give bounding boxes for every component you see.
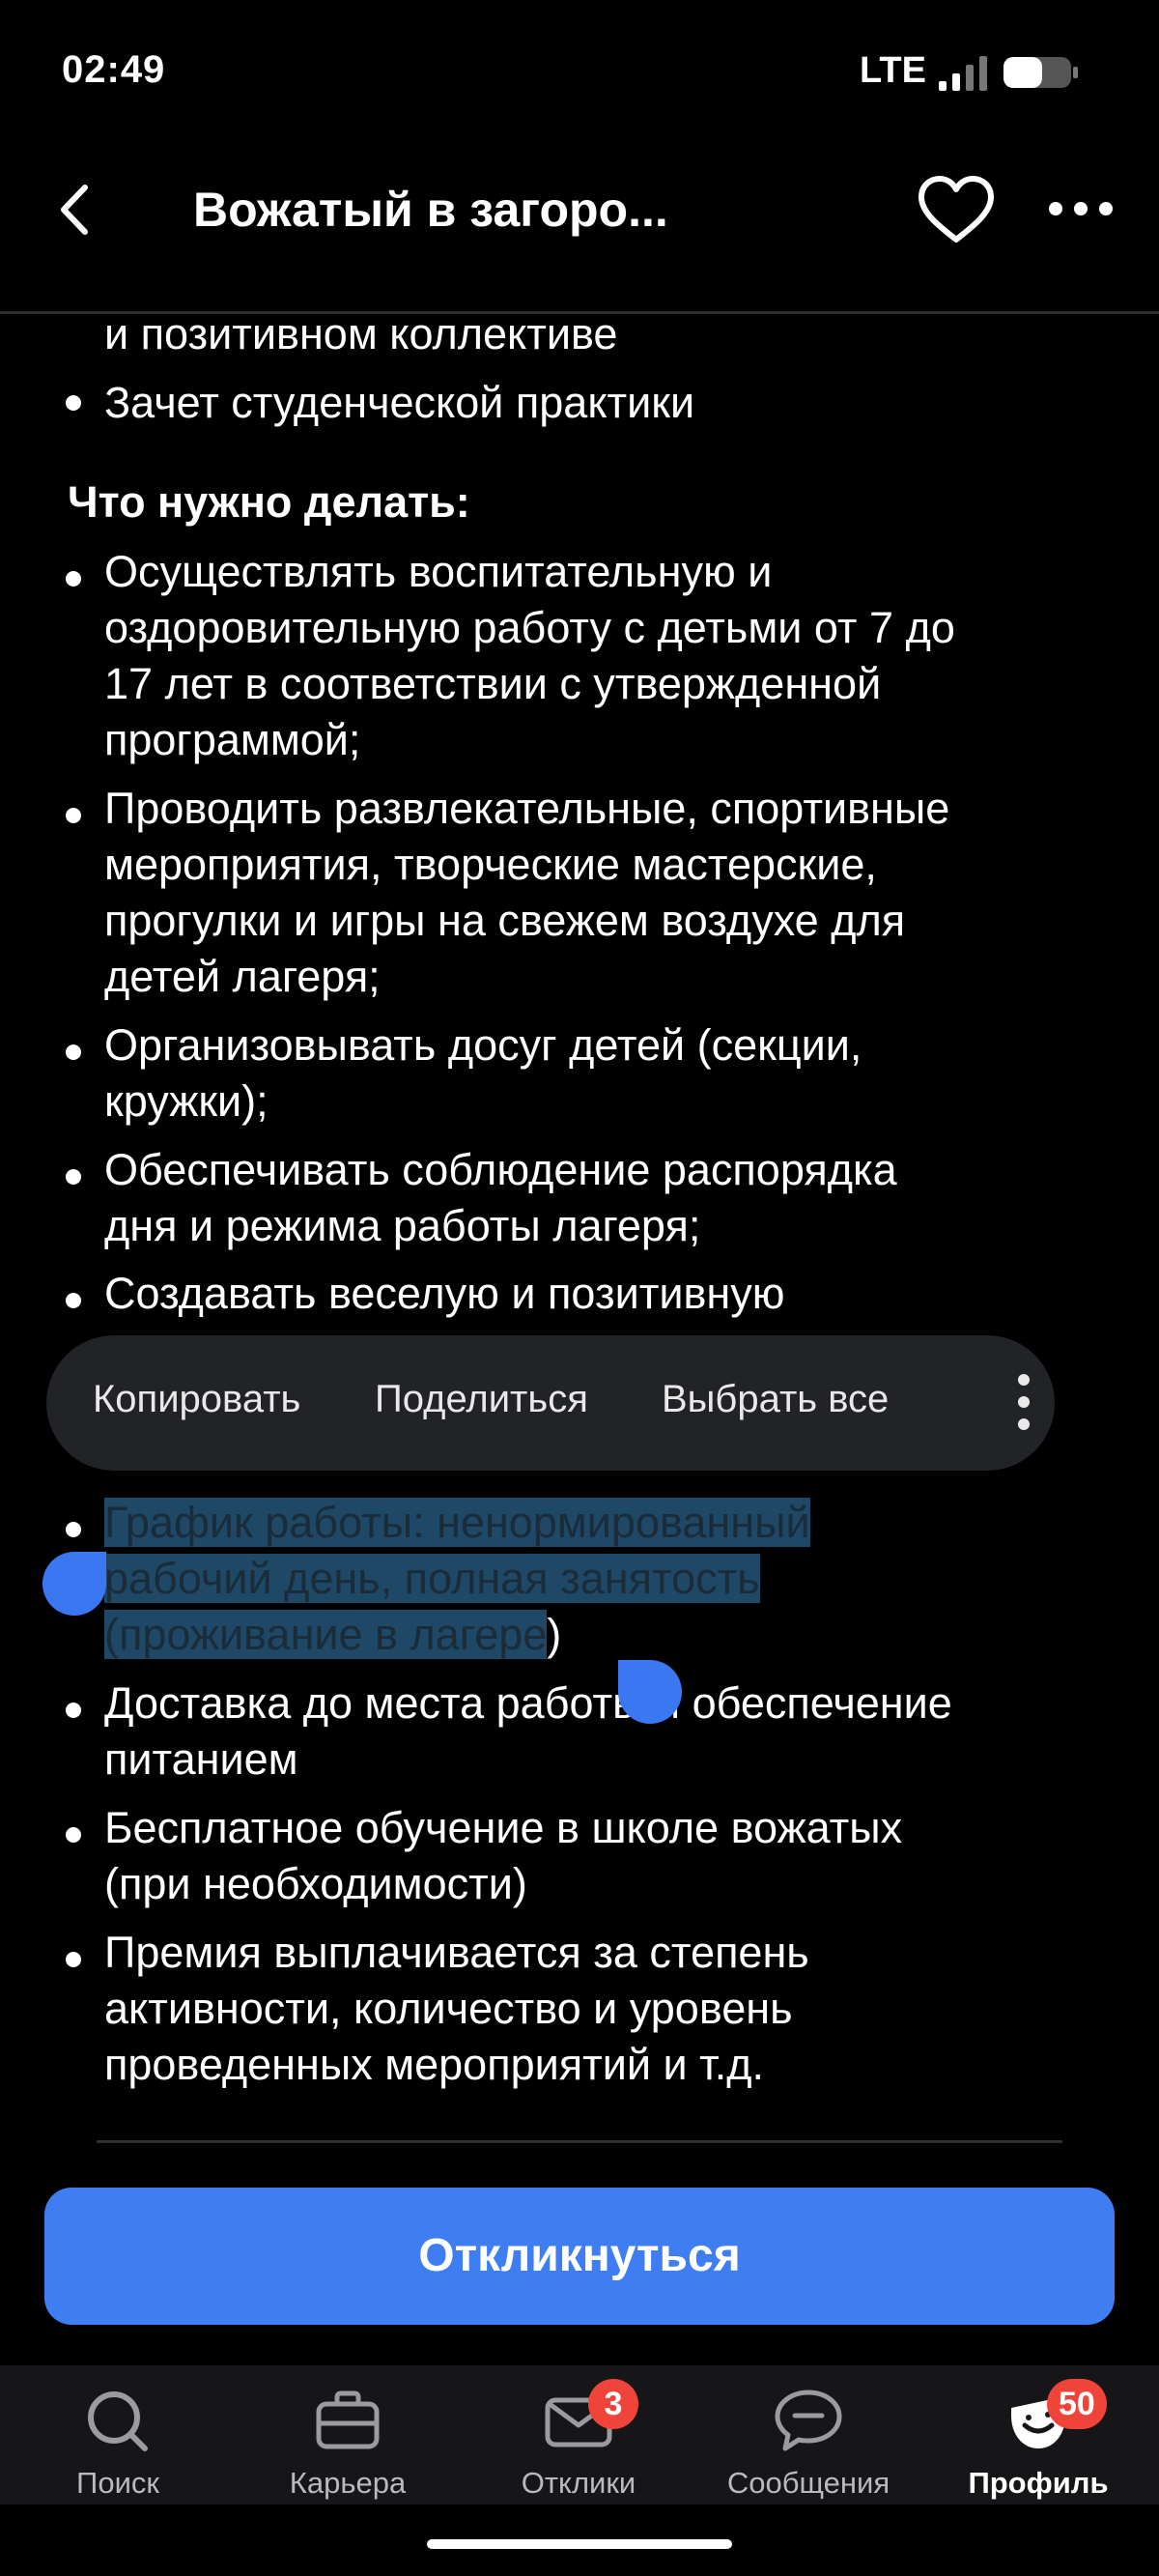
duty-line: 17 лет в соответствии с утвержденной	[104, 659, 882, 708]
duty-line: Создавать веселую и позитивную	[104, 1269, 785, 1318]
selection-highlight: График работы: ненормированный	[104, 1498, 810, 1547]
bullet-dot	[66, 1827, 81, 1843]
apply-button[interactable]: Откликнуться	[44, 2188, 1115, 2325]
condition-line: питанием	[104, 1734, 298, 1784]
duty-line: оздоровительную работу с детьми от 7 до	[104, 603, 955, 652]
nav-label: Сообщения	[726, 2466, 890, 2500]
bullet-dot	[66, 1293, 81, 1308]
selected-text-line: График работы: ненормированный	[104, 1495, 810, 1551]
search-icon	[88, 2391, 148, 2451]
page-title: Вожатый в загоро...	[193, 183, 668, 237]
condition-line: Премия выплачивается за степень	[104, 1928, 809, 1977]
nav-label: Поиск	[76, 2466, 159, 2500]
duty-line: кружки);	[104, 1076, 269, 1126]
bullet-dot	[66, 1522, 81, 1537]
content-divider	[97, 2140, 1062, 2143]
duty-line: дня и режима работы лагеря;	[104, 1201, 701, 1250]
selection-highlight: рабочий день, полная занятость	[104, 1554, 760, 1603]
condition-line: Доставка до места работы и обеспечение	[104, 1678, 952, 1728]
signal-icon	[939, 56, 987, 91]
select-all-menu-item[interactable]: Выбрать все	[662, 1378, 889, 1421]
briefcase-icon	[316, 2390, 380, 2449]
copy-menu-item[interactable]: Копировать	[93, 1378, 300, 1421]
nav-career[interactable]: Карьера	[241, 2387, 454, 2503]
vacancy-description: и позитивном коллективе Зачет студенческ…	[0, 314, 1159, 2145]
duty-line: Организовывать досуг детей (секции,	[104, 1020, 862, 1070]
selected-text-line: рабочий день, полная занятость	[104, 1551, 760, 1607]
duty-line: программой;	[104, 715, 361, 764]
status-bar: 02:49 LTE	[0, 0, 1159, 145]
condition-line: Бесплатное обучение в школе вожатых	[104, 1803, 903, 1852]
bullet-dot	[66, 808, 81, 823]
nav-responses[interactable]: Отклики 3	[472, 2379, 685, 2503]
bullet-dot	[66, 1703, 81, 1718]
duty-line: детей лагеря;	[104, 952, 381, 1001]
home-indicator[interactable]	[427, 2539, 732, 2549]
favorite-heart-icon[interactable]	[916, 174, 997, 247]
nav-label: Профиль	[968, 2466, 1109, 2500]
nav-label: Карьера	[289, 2466, 407, 2500]
duty-line: Проводить развлекательные, спортивные	[104, 784, 950, 833]
nav-search[interactable]: Поиск	[12, 2387, 224, 2503]
condition-line: (при необходимости)	[104, 1859, 527, 1908]
responses-count-badge: 3	[588, 2379, 638, 2429]
share-menu-item[interactable]: Поделиться	[375, 1378, 588, 1421]
bullet-dot	[66, 571, 81, 587]
selection-start-handle[interactable]	[42, 1552, 106, 1616]
bullet-dot	[66, 395, 81, 411]
text-selection-menu: Копировать Поделиться Выбрать все	[46, 1335, 1055, 1471]
condition-line: проведенных мероприятий и т.д.	[104, 2040, 765, 2089]
chat-bubble-icon	[775, 2390, 842, 2451]
nav-profile[interactable]: Профиль 50	[932, 2379, 1145, 2503]
duty-line: мероприятия, творческие мастерские,	[104, 840, 877, 889]
nav-label: Отклики	[521, 2466, 636, 2500]
nav-messages[interactable]: Сообщения	[702, 2387, 915, 2503]
duty-line: Обеспечивать соблюдение распорядка	[104, 1145, 897, 1194]
network-type: LTE	[860, 50, 926, 91]
bullet-dot	[66, 1045, 81, 1060]
duties-heading: Что нужно делать:	[68, 477, 470, 527]
selection-end-handle[interactable]	[618, 1660, 682, 1724]
status-time: 02:49	[62, 48, 166, 91]
description-line: и позитивном коллективе	[104, 314, 618, 358]
duty-line: Осуществлять воспитательную и	[104, 547, 773, 596]
more-options-icon[interactable]	[1047, 189, 1115, 228]
bullet-dot	[66, 1952, 81, 1967]
profile-count-badge: 50	[1047, 2379, 1107, 2429]
menu-overflow-icon[interactable]	[1012, 1372, 1035, 1432]
unselected-text: )	[547, 1610, 562, 1659]
benefit-practice: Зачет студенческой практики	[104, 378, 695, 427]
back-arrow-icon[interactable]	[46, 176, 104, 243]
battery-icon	[1004, 57, 1078, 88]
duty-line: прогулки и игры на свежем воздухе для	[104, 896, 906, 945]
selection-highlight: (проживание в лагере	[104, 1610, 548, 1659]
bullet-dot	[66, 1169, 81, 1185]
condition-line: активности, количество и уровень	[104, 1984, 793, 2033]
selected-text-line: (проживание в лагере)	[104, 1607, 561, 1663]
